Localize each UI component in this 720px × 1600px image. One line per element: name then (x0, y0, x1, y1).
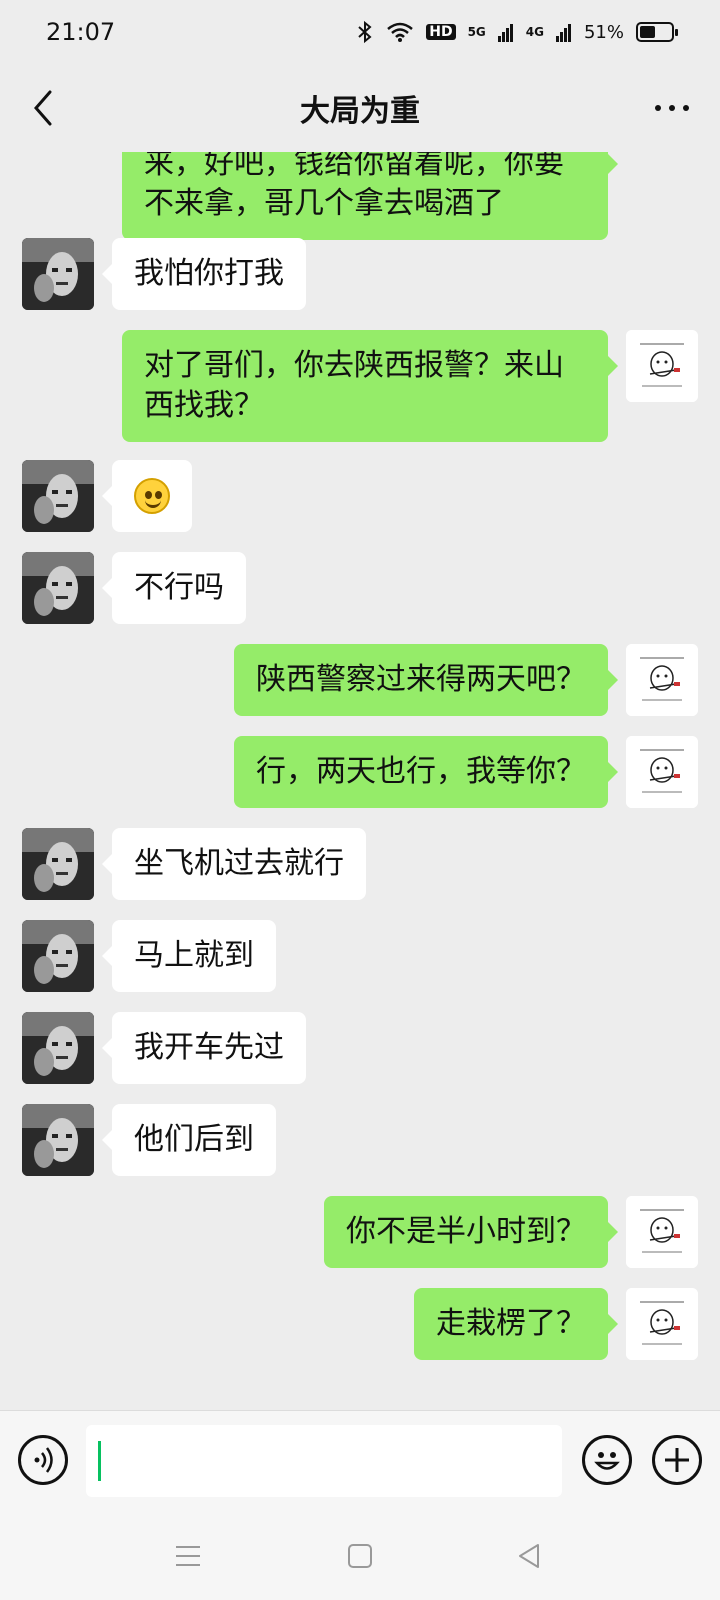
battery-icon (636, 22, 678, 42)
message-bubble-other[interactable]: 我怕你打我 (102, 238, 306, 310)
message-text: 行，两天也行，我等你？ (256, 754, 586, 789)
home-square-icon[interactable] (342, 1538, 378, 1574)
signal-4g-icon (555, 24, 571, 42)
message-bubble-other[interactable]: 我开车先过 (102, 1012, 306, 1084)
message-bubble-other[interactable]: 不行吗 (102, 552, 246, 624)
message-bubble-self[interactable]: 行，两天也行，我等你？ (234, 736, 618, 808)
network-4g-label: 4G (525, 25, 544, 39)
message-text: 来，好吧，钱给你留着呢，你要不来拿，哥几个拿去喝酒了 (144, 152, 564, 221)
message-text: 我怕你打我 (134, 256, 284, 291)
message-text: 他们后到 (134, 1122, 254, 1157)
text-caret (98, 1441, 101, 1481)
avatar[interactable] (22, 1104, 94, 1176)
avatar[interactable] (626, 1288, 698, 1360)
message-bubble-other[interactable] (102, 460, 192, 532)
battery-fill (640, 26, 656, 38)
message-bubble-self[interactable]: 走栽楞了？ (414, 1288, 618, 1360)
message-bubble-other[interactable]: 坐飞机过去就行 (102, 828, 366, 900)
chat-message-list[interactable]: 来，好吧，钱给你留着呢，你要不来拿，哥几个拿去喝酒了 我怕你打我 对了哥们，你去… (0, 152, 720, 1410)
wifi-icon (387, 22, 414, 42)
title-bar: 大局为重 (0, 64, 720, 152)
system-nav-bar (0, 1510, 720, 1600)
smile-emoji-icon (134, 478, 170, 514)
menu-icon[interactable] (170, 1538, 206, 1574)
avatar[interactable] (22, 828, 94, 900)
message-bubble-self[interactable]: 对了哥们，你去陕西报警？来山西找我？ (122, 330, 618, 442)
bluetooth-icon (358, 20, 372, 44)
avatar[interactable] (22, 238, 94, 310)
network-5g-label: 5G (467, 25, 486, 39)
message-bubble-other[interactable]: 马上就到 (102, 920, 276, 992)
chat-title: 大局为重 (300, 94, 420, 129)
emoji-icon[interactable] (582, 1435, 632, 1485)
message-bubble-other[interactable]: 他们后到 (102, 1104, 276, 1176)
avatar[interactable] (626, 644, 698, 716)
back-triangle-icon[interactable] (512, 1538, 548, 1574)
hd-badge: HD (426, 24, 456, 40)
avatar[interactable] (626, 1196, 698, 1268)
plus-icon[interactable] (652, 1435, 702, 1485)
avatar[interactable] (22, 552, 94, 624)
avatar[interactable] (626, 330, 698, 402)
message-text: 马上就到 (134, 938, 254, 973)
message-text: 对了哥们，你去陕西报警？来山西找我？ (144, 348, 564, 423)
message-text: 走栽楞了？ (436, 1306, 586, 1341)
status-time: 21:07 (46, 18, 116, 46)
battery-percent: 51% (583, 21, 624, 43)
avatar[interactable] (22, 920, 94, 992)
message-bubble-self[interactable]: 陕西警察过来得两天吧？ (234, 644, 618, 716)
status-icons: HD 5G 4G 51% (356, 20, 678, 44)
message-bubble-self[interactable]: 你不是半小时到？ (324, 1196, 618, 1268)
message-text: 坐飞机过去就行 (134, 846, 344, 881)
avatar[interactable] (626, 736, 698, 808)
message-text: 不行吗 (134, 570, 224, 605)
signal-5g-icon (497, 24, 513, 42)
avatar[interactable] (22, 460, 94, 532)
status-bar: 21:07 HD 5G 4G 51% (0, 0, 720, 64)
message-text: 我开车先过 (134, 1030, 284, 1065)
message-bubble-self[interactable]: 来，好吧，钱给你留着呢，你要不来拿，哥几个拿去喝酒了 (122, 152, 618, 240)
message-text: 陕西警察过来得两天吧？ (256, 662, 586, 697)
input-bar (0, 1410, 720, 1510)
more-dots-icon[interactable] (648, 90, 696, 126)
voice-icon[interactable] (18, 1435, 68, 1485)
avatar[interactable] (22, 1012, 94, 1084)
message-text: 你不是半小时到？ (346, 1214, 586, 1249)
chevron-left-icon[interactable] (20, 84, 68, 132)
message-input[interactable] (86, 1425, 562, 1497)
